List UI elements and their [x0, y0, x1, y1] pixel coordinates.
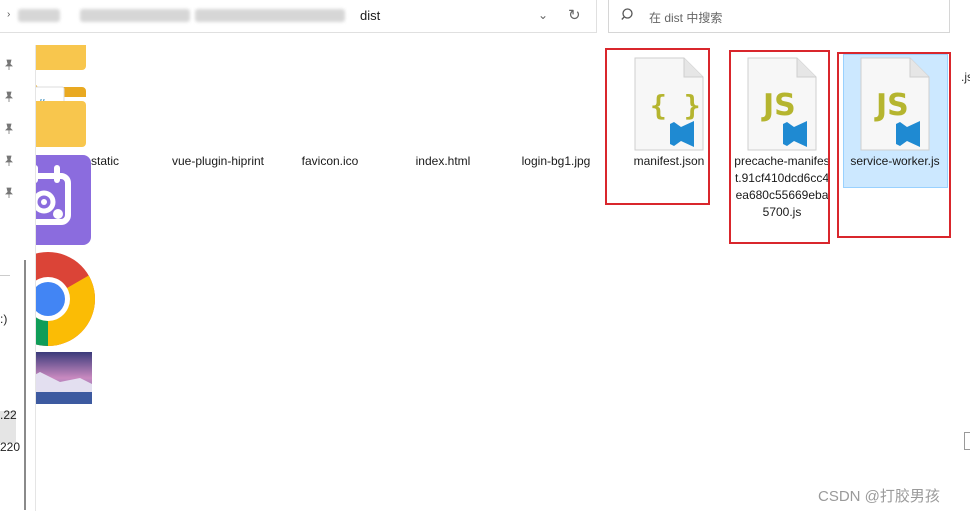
nav-item-fragment[interactable]: 220 — [0, 440, 20, 454]
address-bar[interactable]: › dist ⌄ ↻ — [0, 0, 597, 33]
search-input[interactable]: 在 dist 中搜索 — [649, 9, 722, 26]
highlight-box — [837, 52, 951, 238]
file-name: login-bg1.jpg — [521, 154, 591, 168]
scroll-handle[interactable] — [964, 432, 970, 450]
file-name: vue-plugin-hiprint — [171, 154, 265, 168]
search-box[interactable]: 在 dist 中搜索 — [608, 0, 950, 33]
watermark: CSDN @打胶男孩 — [818, 488, 940, 505]
file-name: favicon.ico — [301, 154, 359, 168]
search-icon — [621, 8, 633, 20]
clipped-file-name: .js — [961, 70, 970, 84]
refresh-icon[interactable]: ↻ — [568, 6, 581, 24]
nav-item-fragment[interactable]: :) — [0, 312, 7, 326]
pin-icon[interactable] — [3, 91, 15, 103]
file-name: index.html — [415, 154, 471, 168]
blurred-breadcrumb — [195, 9, 345, 22]
top-bar: › dist ⌄ ↻ 在 dist 中搜索 — [0, 0, 970, 45]
pin-icon[interactable] — [3, 187, 15, 199]
nav-scrollbar[interactable] — [24, 260, 26, 510]
navigation-pane: :) .22 220 — [0, 45, 35, 511]
pane-divider — [35, 45, 36, 511]
file-name: static — [90, 154, 119, 168]
highlight-box — [605, 48, 710, 205]
file-item[interactable]: login-bg1.jpg — [0, 154, 970, 409]
file-item[interactable]: index.html — [0, 154, 970, 352]
nav-divider — [0, 275, 10, 276]
pin-icon[interactable] — [3, 59, 15, 71]
breadcrumb-chevron-icon[interactable]: › — [7, 9, 10, 20]
nav-item-fragment[interactable]: .22 — [0, 408, 17, 422]
breadcrumb-current-folder[interactable]: dist — [360, 8, 380, 23]
blurred-breadcrumb — [18, 9, 60, 22]
chevron-down-icon[interactable]: ⌄ — [538, 8, 548, 22]
pin-icon[interactable] — [3, 155, 15, 167]
pin-icon[interactable] — [3, 123, 15, 135]
highlight-box — [729, 50, 830, 244]
blurred-breadcrumb — [80, 9, 190, 22]
